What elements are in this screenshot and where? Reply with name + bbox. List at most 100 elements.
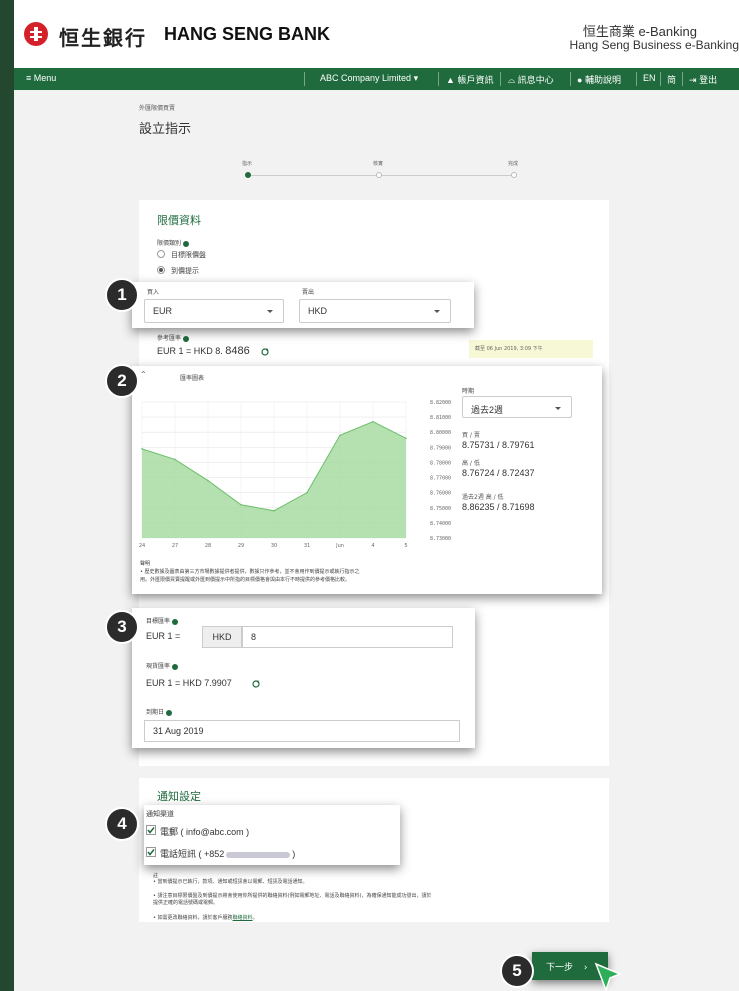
radio-target-order[interactable] xyxy=(157,250,165,258)
chart-xtick-label: 24 xyxy=(139,543,145,549)
contact-info-link[interactable]: 聯絡資料 xyxy=(233,915,253,921)
period-select[interactable]: 過去2週 xyxy=(462,396,572,418)
disclaimer-line-1: • 歷史數據及圖表由第三方市場數據提供者提供，數據只作參考，並不會用作到價提示或… xyxy=(140,569,360,575)
message-center-link[interactable]: ⌓ 訊息中心 xyxy=(508,73,554,86)
message-center-label: 訊息中心 xyxy=(517,75,554,85)
note-line-2: • 請注意目標限價盤及到價提示將會使用你所提供的聯絡資料(例如電郵地址、電話及聯… xyxy=(153,893,432,906)
target-rate-block: 目標匯率 EUR 1 = HKD 8 現貨匯率 EUR 1 = HKD 7.99… xyxy=(132,608,475,748)
step-label-2: 核實 xyxy=(373,161,384,167)
chart-xtick-label: 5 xyxy=(404,543,407,549)
language-sc-link[interactable]: 简 xyxy=(667,73,676,86)
radio-target-label: 目標限價盤 xyxy=(171,251,206,259)
chart-xtick-label: Jun xyxy=(335,543,344,549)
user-icon: ▲ xyxy=(446,75,455,85)
annotation-badge-4: 4 xyxy=(105,807,139,841)
logo-mark-icon xyxy=(30,27,42,41)
expiry-label-text: 到期日 xyxy=(146,709,165,716)
ref-rate-label-text: 參考匯率 xyxy=(157,335,182,342)
chart-data-point xyxy=(306,491,308,494)
period-label: 時期 xyxy=(462,388,475,395)
chart-ytick-label: 8.78000 xyxy=(430,460,451,466)
sms-checkbox[interactable] xyxy=(146,847,156,857)
page-title: 設立指示 xyxy=(139,122,192,137)
step-dot xyxy=(511,172,517,178)
email-option-label: 電郵 ( info@abc.com ) xyxy=(160,827,250,837)
step-dot-active xyxy=(245,172,251,178)
chart-toggle-label[interactable]: 匯率圖表 xyxy=(180,373,204,382)
buy-currency-value: EUR xyxy=(153,306,173,316)
refresh-icon[interactable] xyxy=(261,348,269,356)
period-high-low-value: 8.86235 / 8.71698 xyxy=(462,502,535,512)
section-title-notification: 通知設定 xyxy=(157,790,201,803)
annotation-badge-1: 1 xyxy=(105,278,139,312)
notification-channel-block: 通知渠道 電郵 ( info@abc.com ) 電話短訊 ( +852) xyxy=(144,805,400,865)
info-icon[interactable] xyxy=(172,663,179,670)
account-info-link[interactable]: ▲ 帳戶資訊 xyxy=(446,73,493,86)
main-content: 外匯限價買賣 設立指示 指示 核實 完成 限價資料 限價類別 目標限價盤 到價提… xyxy=(14,90,739,991)
buy-currency-select[interactable]: EUR xyxy=(144,299,284,323)
sell-currency-label: 賣出 xyxy=(302,289,315,296)
inbox-icon: ⌓ xyxy=(508,75,516,85)
step-label-3: 完成 xyxy=(508,161,519,167)
chart-ytick-label: 8.81000 xyxy=(430,415,451,421)
refresh-icon[interactable] xyxy=(252,680,260,688)
target-rate-label: 目標匯率 xyxy=(146,616,179,625)
next-button-label: 下一步 xyxy=(546,963,574,973)
ref-rate-label: 參考匯率 xyxy=(157,333,190,342)
target-rate-prefix: EUR 1 = xyxy=(146,631,181,641)
chart-data-point xyxy=(339,434,341,437)
nav-divider xyxy=(682,72,683,86)
step-label-1: 指示 xyxy=(242,161,253,167)
radio-stop-order[interactable] xyxy=(157,266,165,274)
email-checkbox[interactable] xyxy=(146,825,156,835)
disclaimer-title: 聲明 xyxy=(140,561,151,567)
help-link[interactable]: ● 輔助說明 xyxy=(577,73,621,86)
note-line-3: • 如需更改聯絡資料，請於客戶服務聯絡資料。 xyxy=(153,914,258,921)
logout-icon: ⇥ xyxy=(689,75,697,85)
info-icon[interactable] xyxy=(172,618,179,625)
chart-xtick-label: 31 xyxy=(304,543,310,549)
channel-label: 通知渠道 xyxy=(146,810,174,818)
buy-sell-value: 8.75731 / 8.79761 xyxy=(462,440,535,450)
note-line-1: • 當到價提示已執行，款項、通知或短訊會以電郵、短訊及電話通知。 xyxy=(153,879,308,885)
app-frame: 恒生銀行 HANG SENG BANK 恒生商業 e-Banking Hang … xyxy=(14,0,739,991)
bank-name-chinese: 恒生銀行 xyxy=(59,26,147,50)
step-dot xyxy=(376,172,382,178)
nav-divider xyxy=(660,72,661,86)
chart-data-point xyxy=(372,420,374,423)
info-icon[interactable] xyxy=(183,240,190,247)
chart-ytick-label: 8.75000 xyxy=(430,506,451,512)
currency-selection-block: 買入 EUR 賣出 HKD xyxy=(132,282,474,328)
buy-currency-label: 買入 xyxy=(147,289,160,296)
info-icon[interactable] xyxy=(166,709,173,716)
chevron-down-icon xyxy=(267,310,273,313)
target-rate-input[interactable]: 8 xyxy=(242,626,453,648)
annotation-badge-3: 3 xyxy=(105,610,139,644)
chevron-up-icon[interactable]: ⌃ xyxy=(140,370,147,379)
radio-stop-label: 到價提示 xyxy=(171,267,199,275)
logout-link[interactable]: ⇥ 登出 xyxy=(689,73,717,86)
rate-chart: 8.82000 8.81000 8.80000 8.79000 8.78000 8.770… xyxy=(139,400,451,549)
expiry-date-input[interactable]: 31 Aug 2019 xyxy=(144,720,460,742)
order-type-label: 限價類別 xyxy=(157,238,190,247)
disclaimer-text: • 歷史數據及圖表由第三方市場數據提供者提供，數據只作參考，並不會用作到價提示或… xyxy=(140,568,600,584)
info-icon[interactable] xyxy=(183,335,190,342)
disclaimer-line-2: 用。外匯限價買賣提醒或外匯到價提示中所指的目標價格會與由本行不時提供的參考價格比… xyxy=(140,577,351,583)
bank-logo xyxy=(24,22,48,46)
annotation-badge-5: 5 xyxy=(500,954,534,988)
sms-option-label: 電話短訊 ( +852) xyxy=(160,847,295,860)
help-label: 輔助說明 xyxy=(584,75,621,85)
redacted-phone xyxy=(226,851,291,858)
rate-chart-block: ⌃ 匯率圖表 8.82000 8.81000 8.80000 8.79000 8.780… xyxy=(132,366,602,594)
chevron-right-icon: › xyxy=(583,963,588,973)
company-selector[interactable]: ABC Company Limited ▾ xyxy=(320,73,418,84)
order-type-label-text: 限價類別 xyxy=(157,240,182,247)
sms-option-prefix: 電話短訊 ( +852 xyxy=(160,849,225,859)
sell-currency-select[interactable]: HKD xyxy=(299,299,451,323)
menu-button[interactable]: ≡ Menu xyxy=(26,73,56,83)
chart-data-point xyxy=(174,458,176,461)
company-name: ABC Company Limited xyxy=(320,73,412,83)
language-en-link[interactable]: EN xyxy=(643,73,656,83)
sell-currency-value: HKD xyxy=(308,306,328,316)
chart-data-point xyxy=(141,448,143,450)
